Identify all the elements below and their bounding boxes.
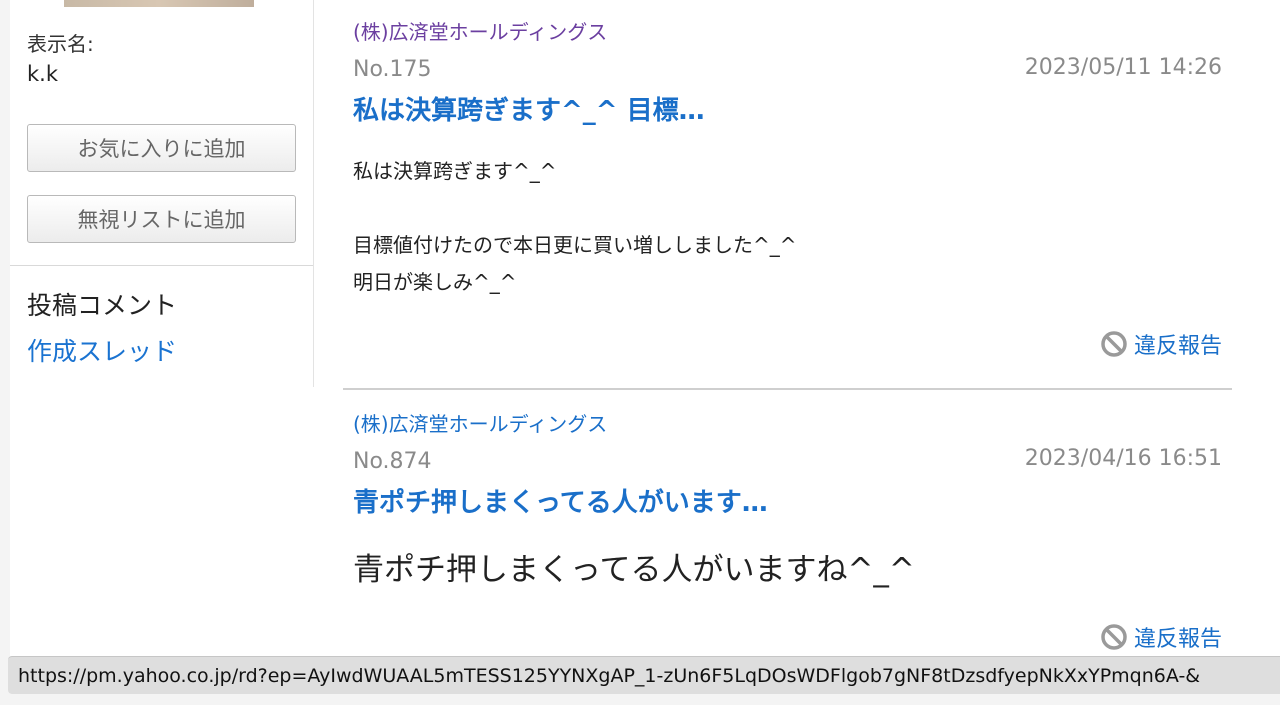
posted-comments-tab[interactable]: 投稿コメント — [27, 286, 177, 322]
post-date: 2023/04/16 16:51 — [1024, 446, 1222, 471]
window-bottom-edge — [0, 694, 1280, 705]
prohibited-icon — [1101, 624, 1127, 650]
post-body: 青ポチ押しまくってる人がいますね^_^ — [353, 552, 915, 588]
post-date: 2023/05/11 14:26 — [1024, 55, 1222, 80]
post-number: No.175 — [353, 57, 432, 82]
report-label: 違反報告 — [1133, 334, 1222, 359]
browser-status-bar: https://pm.yahoo.co.jp/rd?ep=AyIwdWUAAL5… — [8, 656, 1280, 694]
board-link[interactable]: (株)広済堂ホールディングス — [353, 408, 607, 437]
report-link[interactable]: 違反報告 — [1100, 328, 1222, 360]
sidebar-divider — [10, 265, 313, 266]
post-body: 私は決算跨ぎます^_^ 目標値付けたので本日更に買い増ししました^_^ 明日が楽… — [353, 159, 797, 294]
report-label: 違反報告 — [1133, 627, 1222, 652]
created-threads-link[interactable]: 作成スレッド — [27, 332, 177, 368]
board-link[interactable]: (株)広済堂ホールディングス — [353, 16, 607, 45]
report-link[interactable]: 違反報告 — [1100, 621, 1222, 653]
status-url: https://pm.yahoo.co.jp/rd?ep=AyIwdWUAAL5… — [18, 665, 1201, 687]
post-item: (株)広済堂ホールディングス No.175 2023/05/11 14:26 私… — [343, 0, 1232, 390]
user-sidebar: 表示名: k.k お気に入りに追加 無視リストに追加 投稿コメント 作成スレッド — [10, 0, 314, 387]
add-favorite-button[interactable]: お気に入りに追加 — [27, 124, 296, 172]
post-number: No.874 — [353, 449, 432, 474]
post-item: (株)広済堂ホールディングス No.874 2023/04/16 16:51 青… — [343, 390, 1232, 660]
display-name-label: 表示名: — [27, 32, 94, 56]
display-name-value: k.k — [27, 62, 58, 86]
post-title-link[interactable]: 青ポチ押しまくってる人がいます… — [353, 482, 768, 519]
page: 表示名: k.k お気に入りに追加 無視リストに追加 投稿コメント 作成スレッド… — [10, 0, 1280, 705]
prohibited-icon — [1101, 331, 1127, 357]
avatar[interactable] — [64, 0, 254, 7]
add-ignore-list-button[interactable]: 無視リストに追加 — [27, 195, 296, 243]
post-title-link[interactable]: 私は決算跨ぎます^_^ 目標… — [353, 90, 705, 127]
